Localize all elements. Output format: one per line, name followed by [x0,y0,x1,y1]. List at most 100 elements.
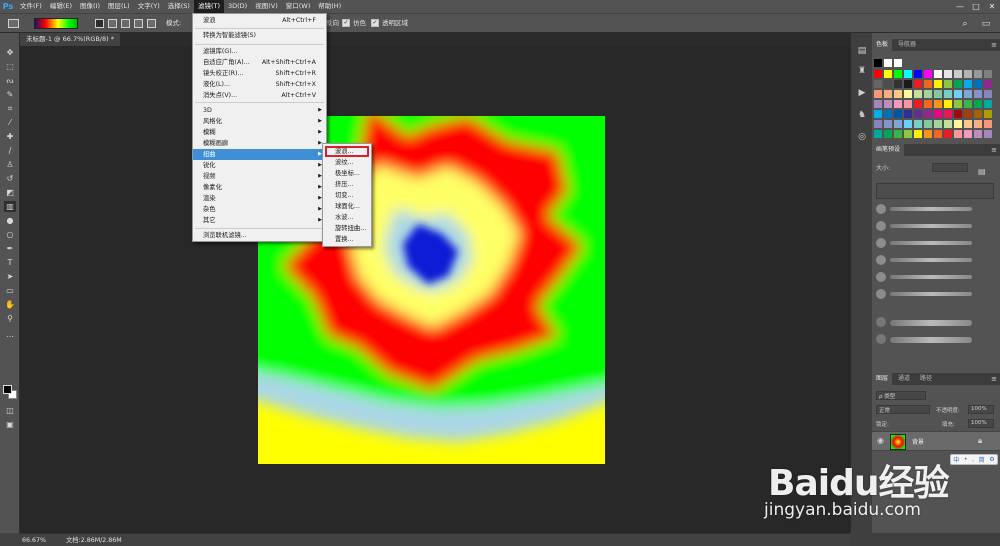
color-swatch[interactable] [944,90,952,98]
color-swatch[interactable] [884,110,892,118]
brush-size-field[interactable] [932,163,968,172]
color-swatch[interactable] [934,80,942,88]
submenu-spherize[interactable]: 球面化... [323,202,371,213]
color-swatch[interactable] [974,130,982,138]
menu-blur[interactable]: 模糊 ▶ [193,127,326,138]
color-swatch[interactable] [984,100,992,108]
menu-help[interactable]: 帮助(H) [314,0,345,13]
color-swatch[interactable] [934,120,942,128]
color-swatch[interactable] [924,70,932,78]
brush-tool-icon[interactable]: ∕ [4,145,16,156]
document-tab[interactable]: 未标题-1 @ 66.7%(RGB/8) * [20,33,120,46]
color-swatch[interactable] [924,100,932,108]
menu-image[interactable]: 图像(I) [76,0,104,13]
submenu-twirl[interactable]: 旋转扭曲... [323,224,371,235]
menu-render[interactable]: 渲染 ▶ [193,193,326,204]
color-swatch[interactable] [874,110,882,118]
color-swatch[interactable] [914,110,922,118]
color-swatch[interactable] [924,110,932,118]
menu-filter-gallery[interactable]: 滤镜库(G)... [193,46,326,57]
color-swatch[interactable] [894,110,902,118]
panel-menu-icon[interactable]: ≡ [991,373,997,385]
menu-last-filter-wave[interactable]: 波浪 Alt+Ctrl+F [193,15,326,26]
color-swatch[interactable] [964,130,972,138]
foreground-color-swatch[interactable] [3,385,12,394]
eraser-tool-icon[interactable]: ◩ [4,187,16,198]
menu-other[interactable]: 其它 ▶ [193,215,326,226]
gradient-picker[interactable] [34,18,78,29]
color-swatch[interactable] [914,70,922,78]
fill-field[interactable]: 100% [968,419,994,428]
menu-layer[interactable]: 图层(L) [104,0,134,13]
color-swatch[interactable] [964,90,972,98]
color-swatch[interactable] [944,100,952,108]
history-panel-icon[interactable]: ▤ [856,45,868,57]
color-swatch[interactable] [954,130,962,138]
color-swatch[interactable] [894,100,902,108]
move-tool-icon[interactable]: ✥ [4,47,16,58]
history-brush-tool-icon[interactable]: ↺ [4,173,16,184]
workspace-icon[interactable]: ▭ [980,18,992,30]
color-swatch[interactable] [934,100,942,108]
submenu-displace[interactable]: 置换... [323,235,371,246]
color-swatch[interactable] [944,110,952,118]
transparency-checkbox[interactable]: ✓ [371,19,379,27]
color-swatch[interactable] [914,100,922,108]
menu-stylize[interactable]: 风格化 ▶ [193,116,326,127]
color-swatch[interactable] [914,80,922,88]
color-swatch[interactable] [934,90,942,98]
zoom-level[interactable]: 66.67% [22,534,46,546]
clone-stamp-tool-icon[interactable]: ♙ [4,159,16,170]
rectangle-tool-icon[interactable]: ▭ [4,285,16,296]
color-swatch[interactable] [974,70,982,78]
color-swatch[interactable] [904,70,912,78]
panel-menu-icon[interactable]: ≡ [991,39,997,51]
submenu-pinch[interactable]: 挤压... [323,180,371,191]
brush-preset-row[interactable] [876,220,972,232]
menu-sharpen[interactable]: 锐化 ▶ [193,160,326,171]
color-swatch[interactable] [904,130,912,138]
color-swatch[interactable] [934,110,942,118]
menu-browse-filters-online[interactable]: 浏览联机滤镜... [193,230,326,241]
opacity-field[interactable]: 100% [968,405,994,414]
type-tool-icon[interactable]: T [4,257,16,268]
menu-convert-smart-filter[interactable]: 转换为智能滤镜(S) [193,30,326,41]
color-swatch[interactable] [944,130,952,138]
brush-preset-row[interactable] [876,203,972,215]
diamond-gradient-icon[interactable] [147,19,156,28]
color-swatch[interactable] [874,100,882,108]
menu-distort[interactable]: 扭曲 ▶ [193,149,326,160]
blur-tool-icon[interactable]: ● [4,215,16,226]
brush-preset-row[interactable] [876,271,972,283]
reflected-gradient-icon[interactable] [134,19,143,28]
maximize-button[interactable]: □ [968,0,984,13]
minimize-button[interactable]: — [952,0,968,13]
menu-edit[interactable]: 编辑(E) [46,0,76,13]
color-swatch[interactable] [894,120,902,128]
submenu-ripple[interactable]: 波纹... [323,158,371,169]
color-swatch[interactable] [924,130,932,138]
color-swatch[interactable] [984,80,992,88]
path-selection-tool-icon[interactable]: ➤ [4,271,16,282]
brush-preset-row[interactable] [876,288,972,300]
color-swatch[interactable] [974,110,982,118]
tab-brush-presets[interactable]: 画笔预设 [872,144,905,156]
panel-menu-icon[interactable]: ≡ [991,144,997,156]
color-swatch[interactable] [904,120,912,128]
color-swatch[interactable] [954,80,962,88]
color-swatch[interactable] [984,120,992,128]
color-swatch[interactable] [984,90,992,98]
zoom-tool-icon[interactable]: ⚲ [4,313,16,324]
submenu-wave[interactable]: 波浪... [323,147,371,158]
submenu-polar-coordinates[interactable]: 极坐标... [323,169,371,180]
menu-noise[interactable]: 杂色 ▶ [193,204,326,215]
color-swatch[interactable] [954,90,962,98]
color-swatch[interactable] [944,120,952,128]
blend-mode-select[interactable]: 正常 [876,405,930,414]
color-swatch[interactable] [904,80,912,88]
lasso-tool-icon[interactable]: ᔓ [4,75,16,86]
linear-gradient-icon[interactable] [95,19,104,28]
color-swatch[interactable] [934,130,942,138]
color-swatch[interactable] [974,120,982,128]
color-swatch[interactable] [904,110,912,118]
